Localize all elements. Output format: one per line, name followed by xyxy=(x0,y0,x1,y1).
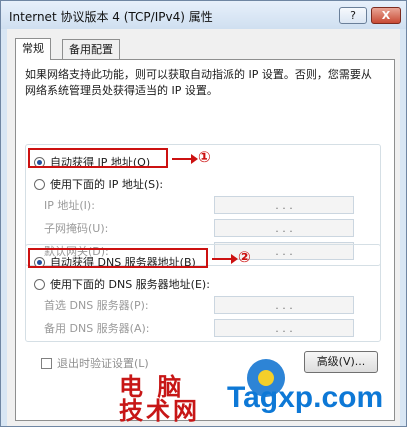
help-button[interactable]: ? xyxy=(339,7,367,24)
manual-dns-label[interactable]: 使用下面的 DNS 服务器地址(E): xyxy=(50,276,210,292)
watermark-site: Tagxp.com xyxy=(227,381,384,414)
validate-label[interactable]: 退出时验证设置(L) xyxy=(57,355,149,371)
ip-address-input[interactable]: . . . xyxy=(214,196,354,214)
watermark-text-cn: 电 脑 技术网 xyxy=(119,375,200,423)
manual-dns-radio[interactable] xyxy=(34,278,45,290)
alternate-dns-label: 备用 DNS 服务器(A): xyxy=(44,322,150,335)
dialog-body: 常规 备用配置 如果网络支持此功能，则可以获取自动指派的 IP 设置。否则，您需… xyxy=(7,29,400,426)
highlight-box-dns xyxy=(28,248,208,268)
subnet-mask-input[interactable]: . . . xyxy=(214,219,354,237)
preferred-dns-label: 首选 DNS 服务器(P): xyxy=(44,299,149,312)
alternate-dns-input[interactable]: . . . xyxy=(214,319,354,337)
annotation-arrow-dns xyxy=(212,254,238,264)
tab-alternate-config[interactable]: 备用配置 xyxy=(62,39,120,59)
highlight-box-ip xyxy=(28,148,168,168)
tab-general[interactable]: 常规 xyxy=(15,38,51,60)
close-button[interactable]: X xyxy=(371,7,401,24)
validate-checkbox[interactable] xyxy=(41,357,52,369)
advanced-button[interactable]: 高级(V)... xyxy=(304,351,378,373)
watermark-line-1: 电 脑 xyxy=(119,373,185,401)
validate-row: 退出时验证设置(L) xyxy=(41,355,149,371)
title-bar[interactable]: Internet 协议版本 4 (TCP/IPv4) 属性 ? X xyxy=(1,1,406,29)
dialog-window: Internet 协议版本 4 (TCP/IPv4) 属性 ? X 常规 备用配… xyxy=(0,0,407,427)
annotation-number-one: ① xyxy=(198,148,211,166)
ip-address-label: IP 地址(I): xyxy=(44,199,95,212)
watermark-line-2: 技术网 xyxy=(119,397,200,425)
subnet-mask-label: 子网掩码(U): xyxy=(44,222,109,235)
description-text: 如果网络支持此功能，则可以获取自动指派的 IP 设置。否则，您需要从网络系统管理… xyxy=(25,68,372,97)
dns-group: 自动获得 DNS 服务器地址(B) ② 使用下面的 DNS 服务器地址(E): … xyxy=(25,244,381,342)
annotation-arrow-ip xyxy=(172,154,198,164)
window-title: Internet 协议版本 4 (TCP/IPv4) 属性 xyxy=(9,10,213,24)
manual-ip-radio[interactable] xyxy=(34,178,45,190)
preferred-dns-input[interactable]: . . . xyxy=(214,296,354,314)
manual-ip-label[interactable]: 使用下面的 IP 地址(S): xyxy=(50,176,163,192)
annotation-number-two: ② xyxy=(238,248,251,266)
